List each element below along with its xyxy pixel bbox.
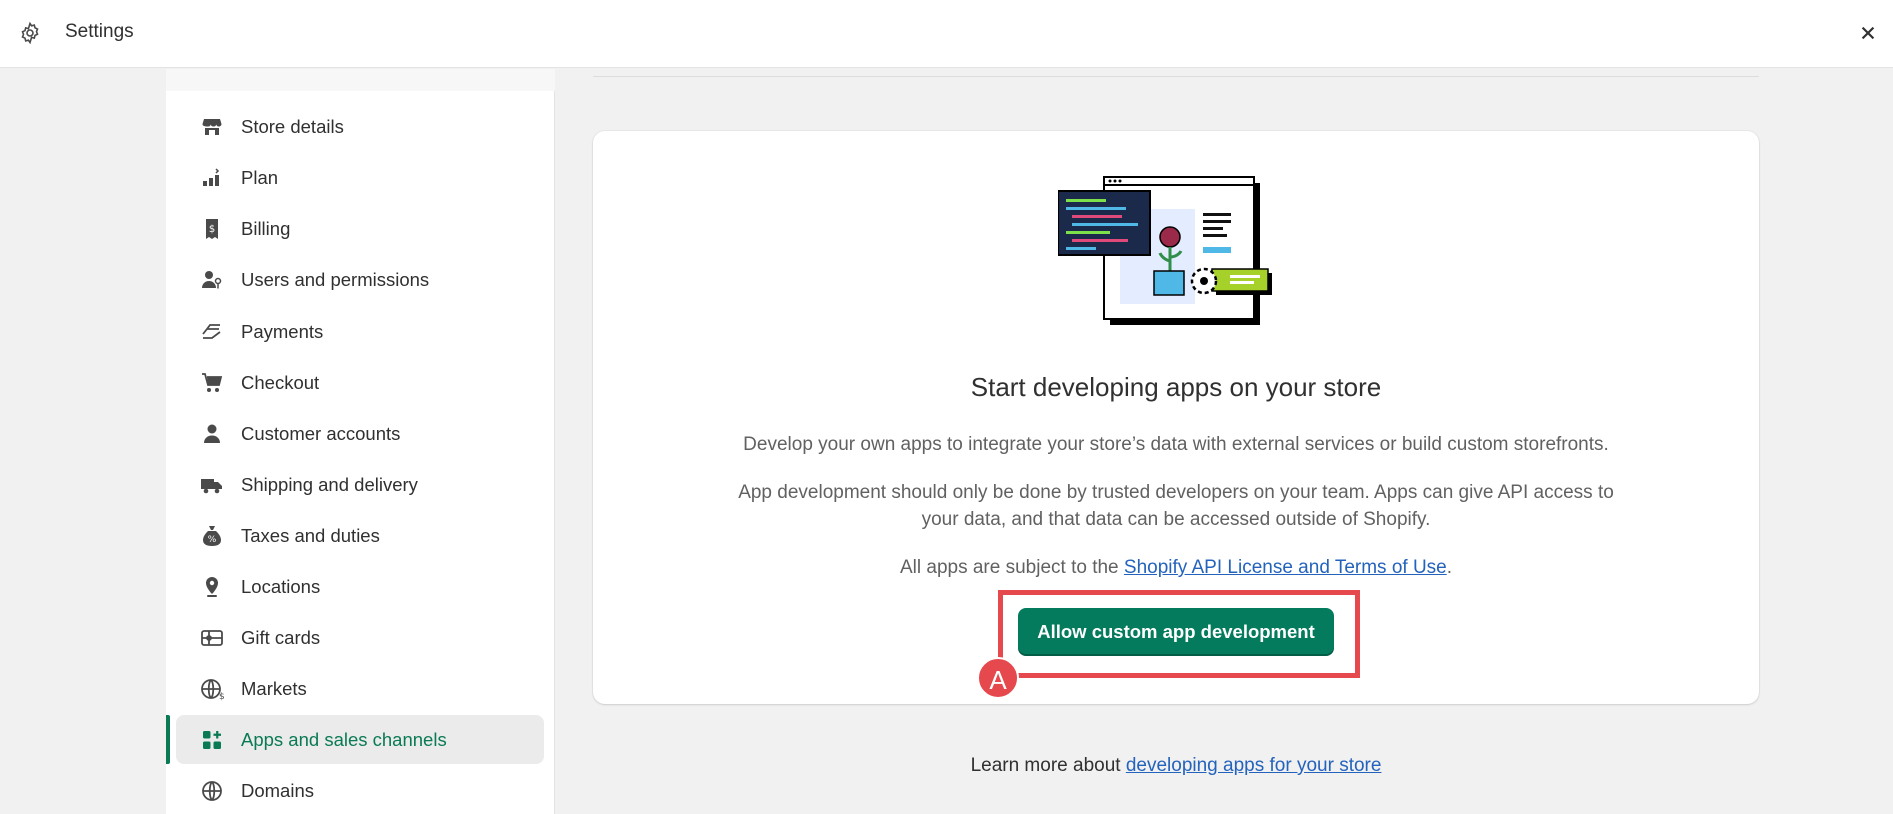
allow-custom-app-development-button[interactable]: Allow custom app development (1018, 608, 1334, 656)
sidebar-item-gift-cards[interactable]: Gift cards (176, 613, 544, 662)
cart-icon (202, 373, 223, 392)
globe-icon (202, 781, 222, 801)
sidebar-item-markets[interactable]: $ Markets (176, 664, 544, 713)
developing-apps-link[interactable]: developing apps for your store (1126, 755, 1382, 776)
person-icon (204, 424, 220, 443)
sidebar-item-checkout[interactable]: Checkout (176, 358, 544, 407)
sidebar-item-plan[interactable]: Plan (176, 153, 544, 202)
svg-text:%: % (208, 535, 217, 545)
annotation-marker: A (977, 657, 1019, 699)
sidebar-item-apps-and-sales-channels[interactable]: Apps and sales channels (176, 715, 544, 764)
gear-icon (21, 21, 39, 45)
sidebar-item-taxes[interactable]: % Taxes and duties (176, 511, 544, 560)
svg-text:$: $ (219, 692, 224, 701)
store-icon (202, 119, 222, 135)
section-divider (593, 76, 1759, 77)
terms-text: All apps are subject to the Shopify API … (899, 557, 1453, 578)
truck-icon (201, 479, 222, 494)
card-description: Develop your own apps to integrate your … (743, 434, 1609, 455)
app-development-illustration (1058, 176, 1272, 325)
payments-icon (202, 324, 221, 339)
sidebar-item-payments[interactable]: Payments (176, 307, 544, 356)
sidebar-item-billing[interactable]: $ Billing (176, 204, 544, 253)
api-license-link[interactable]: Shopify API License and Terms of Use (1124, 557, 1447, 578)
app-development-card: Start developing apps on your store Deve… (593, 131, 1759, 704)
globe-currency-icon: $ (201, 679, 224, 701)
learn-more-text: Learn more about developing apps for you… (970, 755, 1382, 776)
users-icon (202, 271, 222, 289)
card-warning-text: App development should only be done by t… (738, 482, 1614, 530)
gift-card-icon (201, 630, 223, 646)
sidebar-item-shipping[interactable]: Shipping and delivery (176, 460, 544, 509)
sidebar-item-domains[interactable]: Domains (176, 766, 544, 814)
sidebar-item-store-details[interactable]: Store details (176, 102, 544, 151)
close-icon[interactable] (1855, 20, 1881, 46)
svg-text:$: $ (209, 224, 215, 235)
apps-icon (203, 731, 221, 749)
location-pin-icon (206, 577, 218, 597)
sidebar-item-locations[interactable]: Locations (176, 562, 544, 611)
sidebar-item-customer-accounts[interactable]: Customer accounts (176, 409, 544, 458)
page-title: Settings (65, 21, 134, 42)
plan-icon (203, 168, 220, 186)
tax-bag-icon: % (203, 526, 221, 546)
card-title: Start developing apps on your store (970, 372, 1382, 402)
settings-header: Settings (0, 0, 1893, 68)
sidebar-scroll-edge (166, 69, 555, 91)
sidebar-item-users[interactable]: Users and permissions (176, 255, 544, 304)
active-indicator (166, 715, 170, 764)
billing-icon: $ (206, 219, 218, 239)
settings-sidebar: Store details Plan $ Billing Users and p… (166, 69, 555, 814)
